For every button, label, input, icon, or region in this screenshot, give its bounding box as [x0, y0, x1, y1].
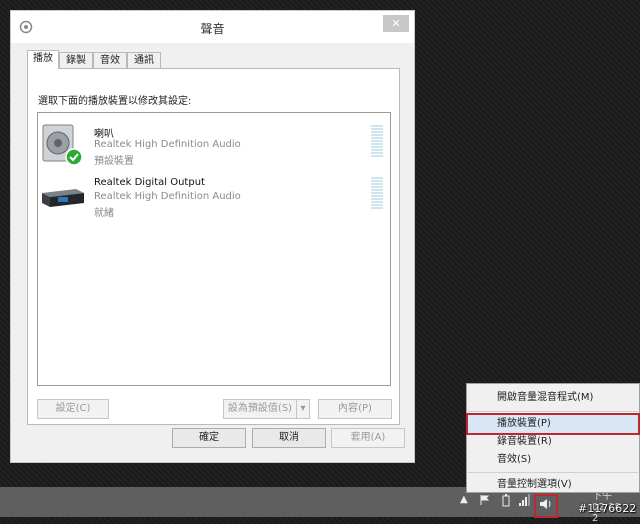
- tab-sounds[interactable]: 音效: [93, 52, 127, 68]
- volume-icon-highlight: [534, 494, 558, 518]
- device-item-speakers[interactable]: 喇叭 Realtek High Definition Audio 預設裝置: [38, 119, 390, 169]
- menu-item-playback-devices[interactable]: 播放裝置(P): [466, 413, 640, 435]
- tab-playback[interactable]: 播放: [27, 50, 59, 69]
- menu-item-volume-options[interactable]: 音量控制選項(V): [468, 476, 638, 494]
- network-signal-icon[interactable]: [518, 494, 532, 509]
- menu-separator: [468, 472, 638, 473]
- volume-context-menu: 開啟音量混音程式(M) 播放裝置(P) 錄音裝置(R) 音效(S) 音量控制選項…: [466, 383, 640, 493]
- level-meter: [371, 125, 383, 157]
- digital-output-device-icon: [40, 175, 86, 222]
- level-meter: [371, 177, 383, 209]
- menu-separator: [468, 411, 638, 412]
- device-driver: Realtek High Definition Audio: [94, 191, 241, 202]
- sound-dialog: 聲音 ✕ 播放 錄製 音效 通訊 選取下面的播放裝置以修改其設定: 喇叭 Rea…: [10, 10, 415, 463]
- menu-item-recording-devices[interactable]: 錄音裝置(R): [468, 433, 638, 451]
- speaker-device-icon: [40, 123, 86, 170]
- menu-item-volume-mixer[interactable]: 開啟音量混音程式(M): [468, 389, 638, 407]
- show-hidden-icons-icon[interactable]: ▲: [460, 494, 468, 505]
- device-list[interactable]: 喇叭 Realtek High Definition Audio 預設裝置 Re…: [37, 112, 391, 386]
- apply-button[interactable]: 套用(A): [331, 428, 405, 448]
- configure-button[interactable]: 設定(C): [37, 399, 109, 419]
- set-default-button[interactable]: 設為預設值(S): [223, 399, 297, 419]
- chevron-down-icon: ▾: [300, 403, 306, 414]
- menu-item-sounds[interactable]: 音效(S): [468, 451, 638, 469]
- set-default-dropdown[interactable]: ▾: [296, 399, 310, 419]
- close-button[interactable]: ✕: [383, 15, 409, 32]
- device-status: 預設裝置: [94, 156, 134, 167]
- tab-communications[interactable]: 通訊: [127, 52, 161, 68]
- device-name: 喇叭: [94, 129, 114, 140]
- battery-icon[interactable]: [502, 494, 510, 510]
- cancel-button[interactable]: 取消: [252, 428, 326, 448]
- device-name: Realtek Digital Output: [94, 177, 205, 188]
- tab-recording[interactable]: 錄製: [59, 52, 93, 68]
- window-title: 聲音: [200, 22, 225, 36]
- device-status: 就緒: [94, 208, 114, 219]
- watermark: #1176622: [578, 502, 637, 515]
- instruction-text: 選取下面的播放裝置以修改其設定:: [38, 96, 192, 107]
- flag-icon[interactable]: [479, 494, 491, 509]
- playback-panel: 選取下面的播放裝置以修改其設定: 喇叭 Realtek High Definit…: [27, 68, 400, 425]
- device-item-digital-output[interactable]: Realtek Digital Output Realtek High Defi…: [38, 171, 390, 221]
- properties-button[interactable]: 內容(P): [318, 399, 392, 419]
- device-driver: Realtek High Definition Audio: [94, 139, 241, 150]
- title-bar[interactable]: 聲音 ✕: [11, 11, 414, 43]
- ok-button[interactable]: 確定: [172, 428, 246, 448]
